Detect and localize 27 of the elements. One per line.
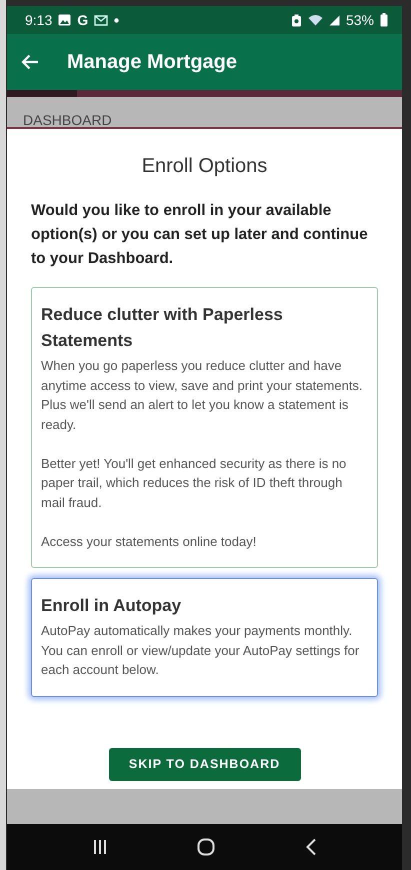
image-icon bbox=[58, 14, 72, 26]
app-bar-title: Manage Mortgage bbox=[67, 50, 238, 75]
battery-icon bbox=[380, 13, 388, 27]
option-description: AutoPay automatically makes your payments monthly. You can enroll or view/update your AutoPay settings for each account below. bbox=[41, 622, 360, 679]
dialog-intro-text: Would you like to enroll in your available option(s) or you can set up later and continue to your Dashboard. bbox=[31, 201, 369, 269]
dialog-title: Enroll Options bbox=[140, 154, 268, 179]
option-description: Access your statements online today! bbox=[41, 532, 258, 551]
back-icon[interactable] bbox=[305, 838, 318, 856]
skip-to-dashboard-button[interactable]: SKIP TO DASHBOARD bbox=[108, 748, 300, 781]
option-description: Better yet! You'll get enhanced security as there is no paper trail, which reduces the risk of ID theft through mail fraud. bbox=[41, 454, 348, 512]
status-time: 9:13 bbox=[25, 10, 52, 30]
back-arrow-icon[interactable] bbox=[21, 54, 39, 70]
option-title: Enroll in Autopay bbox=[41, 595, 182, 617]
home-icon[interactable] bbox=[197, 838, 216, 856]
notification-letter: G bbox=[77, 10, 88, 30]
option-card[interactable] bbox=[31, 287, 378, 568]
signal-icon bbox=[328, 14, 340, 26]
battery-saver-icon bbox=[290, 14, 302, 26]
mail-icon bbox=[94, 14, 108, 26]
dashboard-tab[interactable]: DASHBOARD bbox=[23, 112, 112, 127]
recent-apps-icon[interactable] bbox=[92, 839, 108, 855]
option-card[interactable]: Enroll in Autopay AutoPay automatically makes your payments monthly. You can enroll or view/update your AutoPay settings for each account below. bbox=[31, 578, 378, 696]
battery-percentage: 53% bbox=[346, 10, 374, 30]
option-description: When you go paperless you reduce clutter and have anytime access to view, save and print your statements. Plus we'll send an alert to let you know a statement is ready. bbox=[41, 357, 364, 434]
option-title: Reduce clutter with Paperless Statements bbox=[41, 304, 284, 352]
wifi-icon bbox=[308, 14, 323, 26]
dot-icon bbox=[114, 18, 120, 22]
